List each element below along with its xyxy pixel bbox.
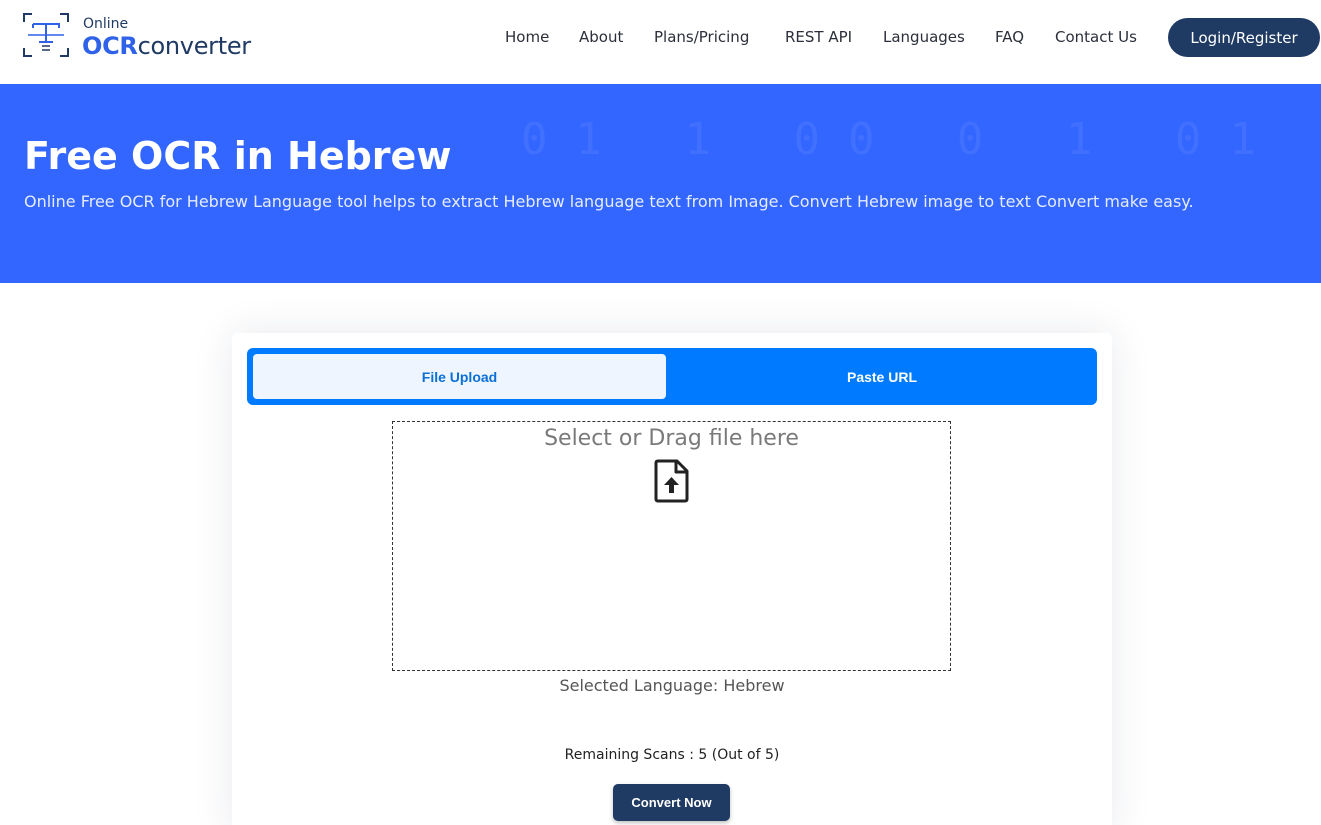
nav-plans-pricing[interactable]: Plans/Pricing — [654, 28, 749, 46]
main-nav: Home About Plans/Pricing REST API Langua… — [0, 0, 1321, 76]
site-header: Online OCRconverter Home About Plans/Pri… — [0, 0, 1321, 84]
file-dropzone[interactable]: Select or Drag file here — [392, 421, 951, 671]
nav-languages[interactable]: Languages — [883, 28, 965, 46]
remaining-scans: Remaining Scans : 5 (Out of 5) — [564, 747, 780, 763]
page-title: Free OCR in Hebrew — [24, 134, 452, 178]
page-subtitle: Online Free OCR for Hebrew Language tool… — [24, 192, 1194, 211]
nav-rest-api[interactable]: REST API — [785, 28, 852, 46]
convert-now-button[interactable]: Convert Now — [613, 784, 730, 821]
dropzone-text: Select or Drag file here — [544, 426, 799, 451]
upload-card: File Upload Paste URL Select or Drag fil… — [232, 333, 1112, 825]
hero-background-pattern: 01 1 00 0 1 01 — [521, 114, 1284, 165]
upload-tabs: File Upload Paste URL — [247, 348, 1097, 405]
selected-language: Selected Language: Hebrew — [559, 676, 785, 695]
nav-about[interactable]: About — [579, 28, 623, 46]
tab-file-upload[interactable]: File Upload — [253, 354, 666, 399]
nav-contact-us[interactable]: Contact Us — [1055, 28, 1137, 46]
tab-paste-url[interactable]: Paste URL — [672, 354, 1092, 399]
login-register-button[interactable]: Login/Register — [1168, 18, 1320, 57]
file-upload-icon — [654, 459, 689, 503]
hero-banner: 01 1 00 0 1 01 Free OCR in Hebrew Online… — [0, 84, 1321, 283]
nav-home[interactable]: Home — [505, 28, 549, 46]
nav-faq[interactable]: FAQ — [995, 28, 1024, 46]
